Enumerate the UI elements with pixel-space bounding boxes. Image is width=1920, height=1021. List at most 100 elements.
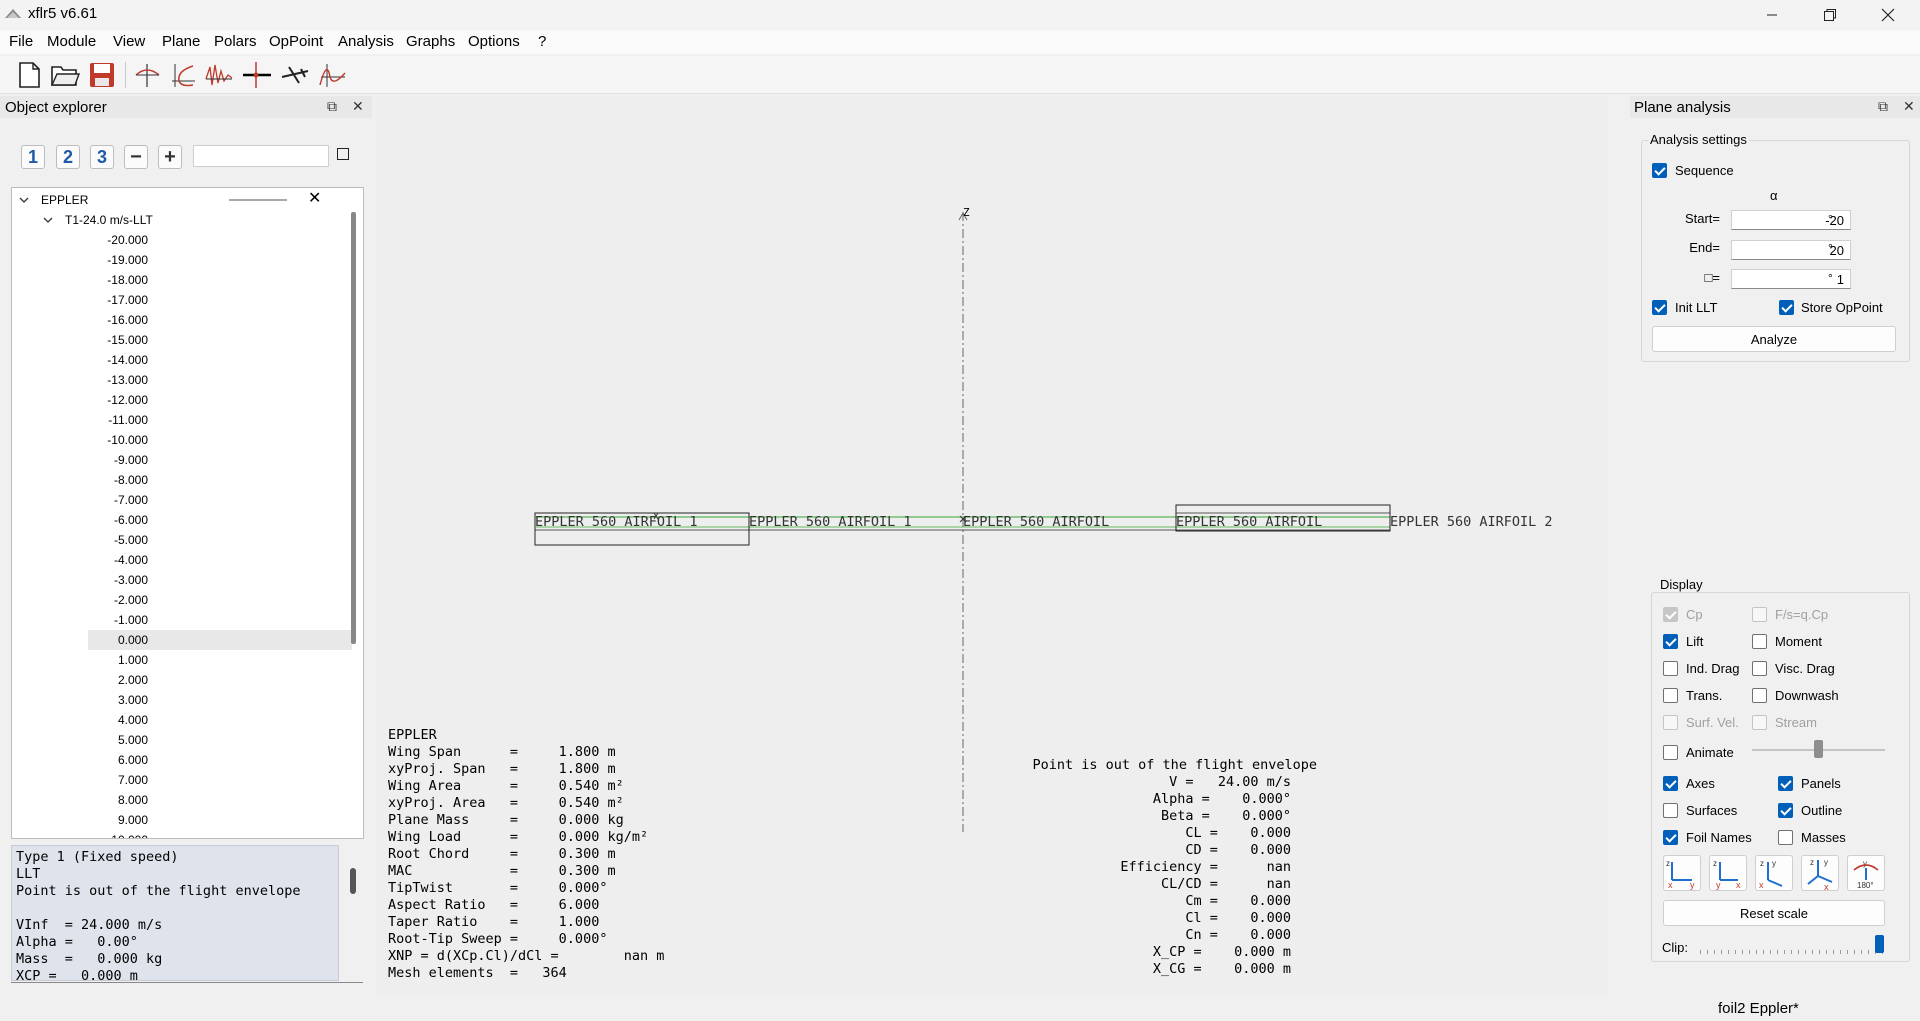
display-checkbox[interactable] bbox=[1752, 634, 1767, 649]
menu-graphs[interactable]: Graphs bbox=[406, 33, 455, 50]
menu-file[interactable]: File bbox=[9, 33, 33, 50]
tree-scrollbar[interactable] bbox=[349, 208, 359, 838]
clip-slider[interactable] bbox=[1875, 935, 1884, 953]
animation-speed-slider[interactable] bbox=[1814, 740, 1823, 758]
display-checkbox[interactable] bbox=[1663, 661, 1678, 676]
view-iso-icon[interactable]: z y x bbox=[1801, 855, 1839, 892]
tree-opp-item[interactable]: -2.000 bbox=[88, 590, 352, 610]
plane-3d-view[interactable]: Z EPPLER 560 AIRFOIL 1 EPPLER 560 AIRFOI… bbox=[376, 97, 1608, 994]
level-2-button[interactable]: 2 bbox=[56, 145, 80, 169]
tree-opp-item[interactable]: 7.000 bbox=[88, 770, 352, 790]
tree-polar-item[interactable]: T1-24.0 m/s-LLT bbox=[65, 210, 153, 230]
view-yz-icon[interactable]: z y x bbox=[1709, 855, 1747, 891]
menu-options[interactable]: Options bbox=[468, 33, 520, 50]
undock-icon[interactable]: ⧉ bbox=[327, 98, 337, 115]
display-checkbox[interactable] bbox=[1663, 634, 1678, 649]
3d-view-icon[interactable] bbox=[241, 59, 273, 91]
tree-opp-item[interactable]: -12.000 bbox=[88, 390, 352, 410]
tree-opp-item[interactable]: 5.000 bbox=[88, 730, 352, 750]
minimize-icon[interactable] bbox=[1743, 0, 1801, 29]
display-checkbox[interactable] bbox=[1663, 803, 1678, 818]
tree-opp-item[interactable]: 0.000 bbox=[88, 630, 352, 650]
close-panel-icon[interactable]: ✕ bbox=[352, 98, 364, 115]
tree-opp-item[interactable]: 10.000 bbox=[88, 830, 352, 838]
tree-opp-item[interactable]: 9.000 bbox=[88, 810, 352, 830]
tree-opp-item[interactable]: 1.000 bbox=[88, 650, 352, 670]
tree-opp-item[interactable]: -15.000 bbox=[88, 330, 352, 350]
tree-opp-item[interactable]: -13.000 bbox=[88, 370, 352, 390]
display-checkbox[interactable] bbox=[1752, 661, 1767, 676]
tree-opp-item[interactable]: -16.000 bbox=[88, 310, 352, 330]
plane-visibility-icon[interactable]: ✕ bbox=[308, 189, 321, 209]
tree-opp-item[interactable]: -17.000 bbox=[88, 290, 352, 310]
menu-help[interactable]: ? bbox=[538, 33, 546, 50]
tree-opp-item[interactable]: -20.000 bbox=[88, 230, 352, 250]
init-llt-checkbox[interactable] bbox=[1652, 300, 1667, 315]
analyze-button[interactable]: Analyze bbox=[1652, 326, 1896, 352]
tree-opp-item[interactable]: -9.000 bbox=[88, 450, 352, 470]
tree-plane-item[interactable]: EPPLER bbox=[41, 190, 88, 210]
menu-module[interactable]: Module bbox=[47, 33, 96, 50]
tree-opp-item[interactable]: -14.000 bbox=[88, 350, 352, 370]
collapse-button[interactable]: − bbox=[124, 145, 148, 169]
open-icon[interactable] bbox=[49, 59, 81, 91]
tree-opp-item[interactable]: -4.000 bbox=[88, 550, 352, 570]
define-plane-icon[interactable] bbox=[279, 59, 311, 91]
close-panel-icon[interactable]: ✕ bbox=[1903, 98, 1915, 115]
menu-polars[interactable]: Polars bbox=[214, 33, 257, 50]
start-input[interactable]: -20 bbox=[1731, 210, 1851, 230]
view-xy-icon[interactable]: z x y bbox=[1663, 855, 1701, 891]
display-checkbox[interactable] bbox=[1752, 688, 1767, 703]
display-checkbox[interactable] bbox=[1663, 688, 1678, 703]
tree-opp-item[interactable]: -6.000 bbox=[88, 510, 352, 530]
tree-chevron-down-icon[interactable] bbox=[18, 190, 30, 210]
info-scrollbar-thumb[interactable] bbox=[350, 868, 356, 894]
tree-opp-item[interactable]: 4.000 bbox=[88, 710, 352, 730]
tree-opp-item[interactable]: 3.000 bbox=[88, 690, 352, 710]
display-checkbox[interactable] bbox=[1663, 830, 1678, 845]
delta-input[interactable]: 1 bbox=[1731, 269, 1851, 289]
cp-view-icon[interactable] bbox=[203, 59, 235, 91]
menu-view[interactable]: View bbox=[113, 33, 145, 50]
tree-chevron-down-icon[interactable] bbox=[42, 210, 54, 230]
expand-button[interactable]: + bbox=[158, 145, 182, 169]
restore-icon[interactable] bbox=[1801, 0, 1859, 29]
stability-view-icon[interactable] bbox=[316, 59, 348, 91]
tree-opp-item[interactable]: -5.000 bbox=[88, 530, 352, 550]
close-icon[interactable] bbox=[1859, 0, 1917, 29]
display-checkbox[interactable] bbox=[1778, 803, 1793, 818]
undock-icon[interactable]: ⧉ bbox=[1878, 98, 1888, 115]
display-checkbox[interactable] bbox=[1778, 776, 1793, 791]
level-1-button[interactable]: 1 bbox=[21, 145, 45, 169]
tree-opp-item[interactable]: -18.000 bbox=[88, 270, 352, 290]
animate-checkbox[interactable] bbox=[1663, 745, 1678, 760]
view-flip-180-icon[interactable]: y 180° bbox=[1847, 855, 1885, 891]
tree-opp-item[interactable]: -8.000 bbox=[88, 470, 352, 490]
tree-opp-item[interactable]: -19.000 bbox=[88, 250, 352, 270]
new-project-icon[interactable] bbox=[13, 59, 45, 91]
tree-opp-item[interactable]: -10.000 bbox=[88, 430, 352, 450]
save-icon[interactable] bbox=[86, 59, 118, 91]
end-input[interactable]: 20 bbox=[1731, 240, 1851, 260]
menu-plane[interactable]: Plane bbox=[162, 33, 200, 50]
opp-view-icon[interactable] bbox=[131, 59, 163, 91]
tree-opp-item[interactable]: -11.000 bbox=[88, 410, 352, 430]
level-3-button[interactable]: 3 bbox=[90, 145, 114, 169]
show-all-checkbox[interactable] bbox=[337, 148, 349, 160]
tree-opp-item[interactable]: -1.000 bbox=[88, 610, 352, 630]
store-oppoint-checkbox[interactable] bbox=[1779, 300, 1794, 315]
tree-opp-item[interactable]: 2.000 bbox=[88, 670, 352, 690]
tree-scrollbar-thumb[interactable] bbox=[351, 212, 356, 644]
display-checkbox[interactable] bbox=[1663, 776, 1678, 791]
reset-scale-button[interactable]: Reset scale bbox=[1663, 900, 1885, 926]
tree-filter-input[interactable] bbox=[193, 145, 329, 167]
menu-oppoint[interactable]: OpPoint bbox=[269, 33, 323, 50]
display-checkbox[interactable] bbox=[1778, 830, 1793, 845]
polar-view-icon[interactable] bbox=[167, 59, 199, 91]
tree-opp-item[interactable]: 8.000 bbox=[88, 790, 352, 810]
tree-opp-item[interactable]: -3.000 bbox=[88, 570, 352, 590]
tree-opp-item[interactable]: 6.000 bbox=[88, 750, 352, 770]
tree-opp-item[interactable]: -7.000 bbox=[88, 490, 352, 510]
menu-analysis[interactable]: Analysis bbox=[338, 33, 394, 50]
view-xz-icon[interactable]: zy x bbox=[1755, 855, 1793, 891]
